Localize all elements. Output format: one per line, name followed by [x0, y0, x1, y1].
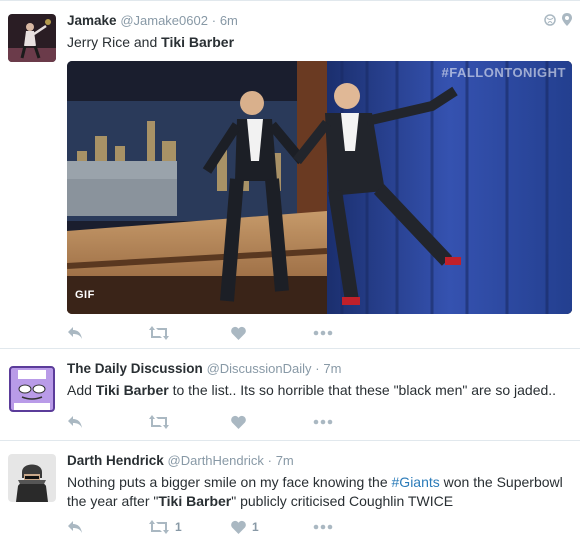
gif-media[interactable]: #FALLONTONIGHT GIF — [67, 61, 572, 314]
tweet-header: Darth Hendrick @DarthHendrick · 7m — [67, 453, 294, 468]
tweet-text-part: Jerry Rice and — [67, 34, 162, 50]
like-button[interactable]: 1 — [231, 517, 313, 537]
timestamp[interactable]: 7m — [323, 361, 341, 376]
location-pin-icon[interactable] — [562, 13, 572, 31]
tweet-text: Add Tiki Barber to the list.. Its so hor… — [67, 381, 572, 400]
tweet-meta-icons — [544, 13, 572, 31]
separator-dot: · — [315, 361, 320, 376]
globe-icon — [544, 13, 556, 31]
avatar[interactable] — [8, 14, 56, 62]
retweet-icon — [149, 520, 169, 534]
timestamp[interactable]: 6m — [220, 13, 238, 28]
tweet-header: Jamake @Jamake0602 · 6m — [67, 13, 238, 28]
tweet-darth-hendrick[interactable]: Darth Hendrick @DarthHendrick · 7m Nothi… — [0, 441, 580, 545]
show-watermark: #FALLONTONIGHT — [441, 65, 566, 80]
heart-icon — [231, 326, 246, 340]
reply-button[interactable] — [67, 412, 149, 432]
avatar[interactable] — [8, 454, 56, 502]
tweet-text-part: Add — [67, 382, 96, 398]
timestamp[interactable]: 7m — [276, 453, 294, 468]
tweet-text-part: " publicly criticised Coughlin TWICE — [231, 493, 454, 509]
tweet-text: Nothing puts a bigger smile on my face k… — [67, 473, 572, 511]
highlight-text: Tiki Barber — [95, 382, 169, 398]
hashtag-link[interactable]: #Giants — [392, 474, 440, 490]
retweet-icon — [149, 326, 169, 340]
tweet-jamake[interactable]: Jamake @Jamake0602 · 6m Jerry Rice and T… — [0, 0, 580, 349]
more-button[interactable] — [313, 412, 395, 432]
highlight-text: Tiki Barber — [161, 34, 235, 50]
heart-icon — [231, 520, 246, 534]
tweet-text: Jerry Rice and Tiki Barber — [67, 33, 572, 52]
highlight-text: Tiki Barber — [158, 493, 232, 509]
user-handle[interactable]: @DarthHendrick — [168, 453, 264, 468]
like-button[interactable] — [231, 412, 313, 432]
separator-dot: · — [211, 13, 217, 28]
retweet-count: 1 — [175, 520, 182, 534]
reply-button[interactable] — [67, 323, 149, 343]
retweet-button[interactable] — [149, 412, 231, 432]
reply-icon — [68, 416, 82, 428]
reply-icon — [68, 327, 82, 339]
avatar[interactable] — [8, 365, 56, 413]
separator-dot: · — [267, 453, 272, 468]
retweet-button[interactable]: 1 — [149, 517, 231, 537]
display-name[interactable]: The Daily Discussion — [67, 361, 203, 376]
display-name[interactable]: Jamake — [67, 13, 117, 28]
more-dots-icon — [313, 330, 333, 336]
tweet-text-part: to the list.. Its so horrible that these… — [168, 382, 557, 398]
user-handle[interactable]: @DiscussionDaily — [207, 361, 312, 376]
like-count: 1 — [252, 520, 259, 534]
retweet-button[interactable] — [149, 323, 231, 343]
tweet-text-part: Nothing puts a bigger smile on my face k… — [67, 474, 392, 490]
tweet-daily-discussion[interactable]: The Daily Discussion @DiscussionDaily · … — [0, 349, 580, 441]
tweet-actions: 1 1 — [67, 517, 395, 537]
reply-icon — [68, 521, 82, 533]
retweet-icon — [149, 415, 169, 429]
more-dots-icon — [313, 524, 333, 530]
gif-frame — [67, 61, 572, 314]
tweet-actions — [67, 323, 395, 343]
heart-icon — [231, 415, 246, 429]
tweet-header: The Daily Discussion @DiscussionDaily · … — [67, 361, 341, 376]
tweet-actions — [67, 412, 395, 432]
more-button[interactable] — [313, 323, 395, 343]
reply-button[interactable] — [67, 517, 149, 537]
more-button[interactable] — [313, 517, 395, 537]
gif-badge: GIF — [75, 289, 95, 301]
like-button[interactable] — [231, 323, 313, 343]
display-name[interactable]: Darth Hendrick — [67, 453, 164, 468]
more-dots-icon — [313, 419, 333, 425]
user-handle[interactable]: @Jamake0602 — [120, 13, 208, 28]
